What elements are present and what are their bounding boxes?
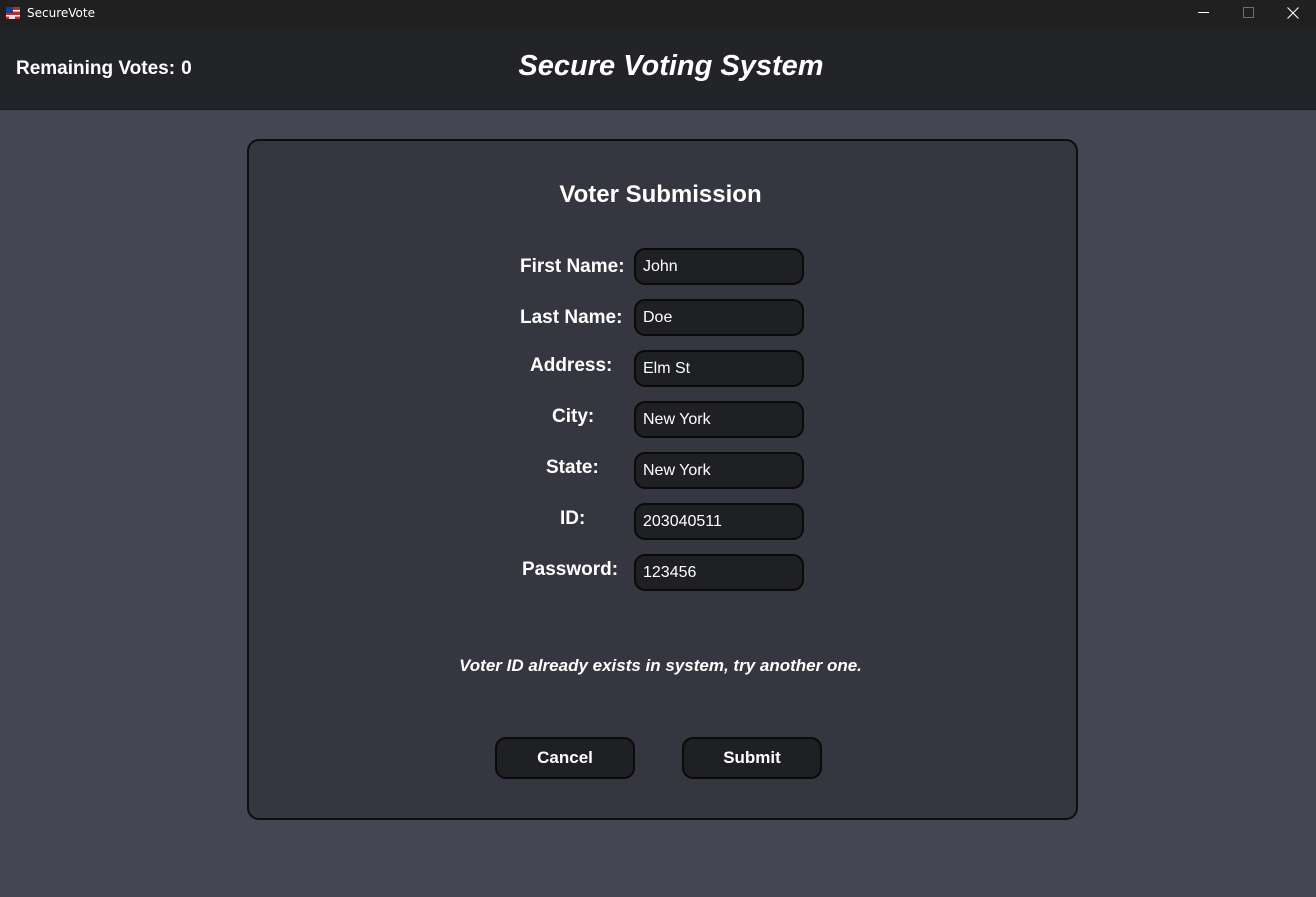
- cancel-button[interactable]: Cancel: [495, 737, 635, 779]
- voter-submission-form: Voter Submission First Name: Last Name: …: [247, 139, 1078, 820]
- password-label: Password:: [522, 559, 619, 580]
- submit-button[interactable]: Submit: [682, 737, 822, 779]
- city-input[interactable]: [634, 401, 804, 438]
- app-flag-icon: [6, 6, 20, 20]
- last-name-input[interactable]: [634, 299, 804, 336]
- address-label: Address:: [530, 355, 613, 376]
- app-heading: Secure Voting System: [518, 50, 824, 82]
- address-input[interactable]: [634, 350, 804, 387]
- minimize-button[interactable]: [1180, 0, 1226, 28]
- state-label: State:: [546, 457, 599, 478]
- id-label: ID:: [560, 508, 586, 529]
- maximize-button[interactable]: [1225, 0, 1271, 28]
- state-input[interactable]: [634, 452, 804, 489]
- maximize-icon: [1242, 7, 1254, 21]
- error-message: Voter ID already exists in system, try a…: [459, 656, 862, 675]
- close-icon: [1287, 6, 1299, 22]
- password-input[interactable]: [634, 554, 804, 591]
- close-button[interactable]: [1270, 0, 1316, 28]
- window-title: SecureVote: [27, 6, 95, 20]
- form-title: Voter Submission: [559, 181, 762, 208]
- first-name-input[interactable]: [634, 248, 804, 285]
- window-titlebar: SecureVote: [0, 0, 1316, 28]
- minimize-icon: [1197, 7, 1209, 21]
- last-name-label: Last Name:: [520, 307, 623, 328]
- id-input[interactable]: [634, 503, 804, 540]
- city-label: City:: [552, 406, 595, 427]
- first-name-label: First Name:: [520, 256, 625, 277]
- app-header: Remaining Votes: 0 Secure Voting System: [0, 28, 1316, 110]
